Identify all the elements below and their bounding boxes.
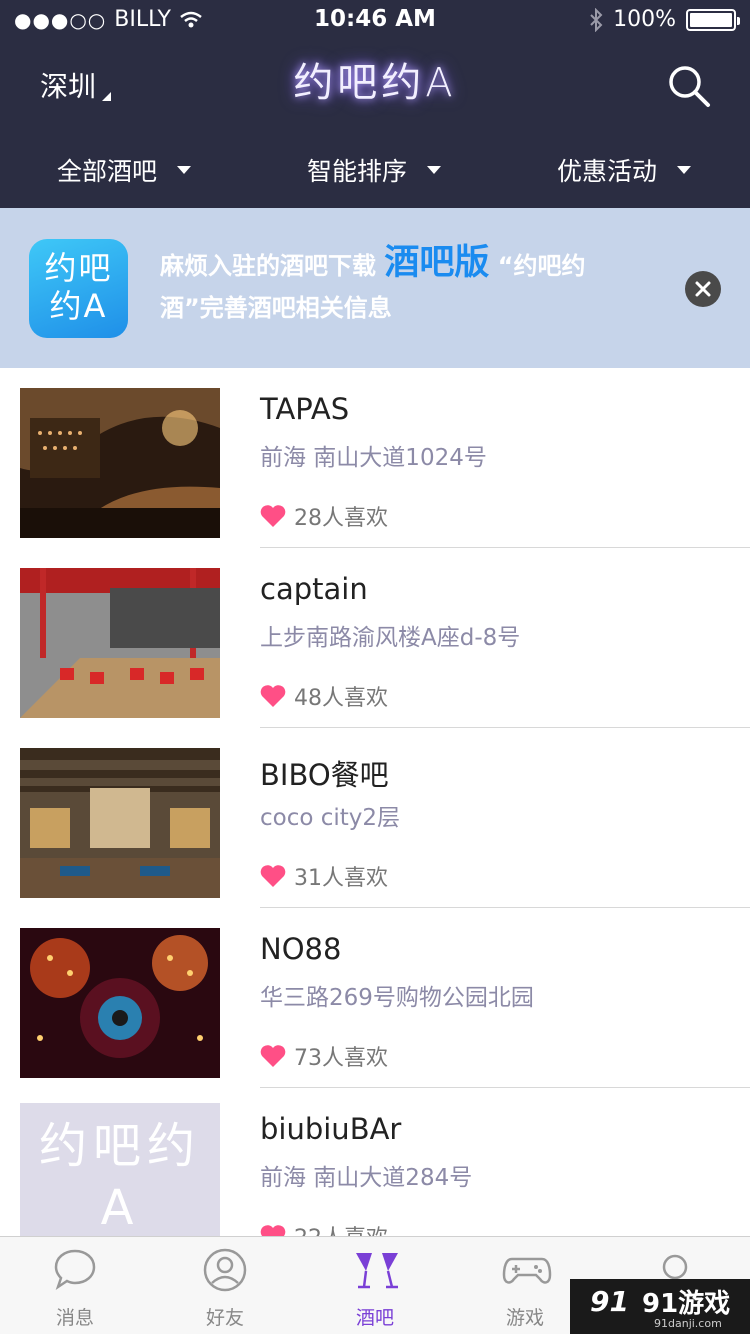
- list-item[interactable]: BIBO餐吧 coco city2层 31人喜欢: [0, 728, 750, 908]
- caret-down-icon: [677, 166, 692, 174]
- likes-label: 73人喜欢: [294, 1046, 388, 1071]
- city-dropdown-icon: [102, 92, 112, 101]
- tab-label: 好友: [205, 1307, 244, 1329]
- bar-name: NO88: [260, 932, 342, 966]
- banner-text-before: 麻烦入驻的酒吧下载: [160, 252, 385, 280]
- heart-icon: [260, 685, 286, 707]
- bar-photo: [20, 928, 220, 1078]
- person-icon: [203, 1248, 247, 1292]
- likes-count: 73人喜欢: [260, 1040, 388, 1072]
- filter-sort[interactable]: 智能排序: [307, 152, 442, 188]
- heart-icon: [260, 505, 286, 527]
- filter-label: 全部酒吧: [57, 157, 158, 186]
- likes-label: 28人喜欢: [294, 506, 388, 531]
- watermark-url: 91danji.com: [654, 1317, 722, 1330]
- filter-promotions[interactable]: 优惠活动: [557, 152, 692, 188]
- likes-count: 48人喜欢: [260, 680, 388, 712]
- battery-percent: 100%: [613, 7, 676, 32]
- bar-photo-placeholder: 约吧约A: [20, 1103, 220, 1236]
- tab-messages[interactable]: 消息: [0, 1237, 150, 1334]
- heart-icon: [260, 1045, 286, 1067]
- placeholder-logo: 约吧约A: [38, 1118, 201, 1236]
- promo-banner[interactable]: 约吧约A 麻烦入驻的酒吧下载 酒吧版 “约吧约酒”完善酒吧相关信息: [0, 208, 750, 368]
- filter-label: 智能排序: [307, 157, 408, 186]
- battery-icon: [686, 8, 740, 31]
- bar-address: coco city2层: [260, 805, 401, 831]
- bar-list: TAPAS 前海 南山大道1024号 28人喜欢 captain 上步南路渝风楼…: [0, 368, 750, 1236]
- banner-highlight: 酒吧版: [384, 243, 490, 283]
- close-icon: [695, 281, 711, 297]
- search-icon: [669, 66, 710, 107]
- chat-bubble-icon: [54, 1249, 96, 1291]
- bar-address: 华三路269号购物公园北园: [260, 985, 534, 1011]
- banner-close-button[interactable]: [685, 271, 721, 307]
- likes-count: 28人喜欢: [260, 500, 388, 532]
- caret-down-icon: [427, 166, 442, 174]
- caret-down-icon: [177, 166, 192, 174]
- tab-bars[interactable]: 酒吧: [300, 1237, 450, 1334]
- bluetooth-icon: [590, 7, 603, 32]
- banner-text: 麻烦入驻的酒吧下载 酒吧版 “约吧约酒”完善酒吧相关信息: [160, 242, 640, 329]
- bar-address: 前海 南山大道284号: [260, 1165, 473, 1191]
- watermark-logo: 91: [590, 1285, 629, 1318]
- tab-friends[interactable]: 好友: [150, 1237, 300, 1334]
- site-watermark: 91 91游戏 91danji.com: [570, 1279, 750, 1334]
- list-item[interactable]: NO88 华三路269号购物公园北园 73人喜欢: [0, 908, 750, 1088]
- app-header: ●●●○○ BILLY 10:46 AM 100% 深圳 约吧约A 全部酒吧 智…: [0, 0, 750, 208]
- bar-address: 前海 南山大道1024号: [260, 445, 487, 471]
- bar-photo: [20, 568, 220, 718]
- filter-all-bars[interactable]: 全部酒吧: [57, 152, 192, 188]
- city-label: 深圳: [40, 70, 97, 103]
- likes-count: 22人喜欢: [260, 1220, 388, 1236]
- bar-name: captain: [260, 572, 368, 606]
- tab-label: 酒吧: [355, 1307, 394, 1329]
- bar-photo: [20, 388, 220, 538]
- list-item[interactable]: TAPAS 前海 南山大道1024号 28人喜欢: [0, 368, 750, 548]
- gamepad-icon: [502, 1257, 552, 1284]
- list-item[interactable]: captain 上步南路渝风楼A座d-8号 48人喜欢: [0, 548, 750, 728]
- likes-count: 31人喜欢: [260, 860, 388, 892]
- heart-icon: [260, 1225, 286, 1236]
- search-button[interactable]: [666, 63, 712, 109]
- bar-photo: [20, 748, 220, 898]
- likes-label: 31人喜欢: [294, 866, 388, 891]
- likes-label: 48人喜欢: [294, 686, 388, 711]
- heart-icon: [260, 865, 286, 887]
- filter-label: 优惠活动: [557, 157, 658, 186]
- watermark-title: 91游戏: [642, 1289, 731, 1319]
- likes-label: 22人喜欢: [294, 1220, 388, 1236]
- app-icon: 约吧约A: [29, 239, 128, 338]
- app-logo: 约吧约A: [293, 60, 457, 106]
- status-right: 100%: [589, 7, 740, 32]
- bar-name: biubiuBAr: [260, 1112, 402, 1146]
- bar-name: BIBO餐吧: [260, 758, 389, 792]
- tab-label: 消息: [55, 1307, 94, 1329]
- wine-glasses-icon: [356, 1253, 398, 1289]
- city-selector[interactable]: 深圳: [40, 65, 112, 105]
- filter-row: 全部酒吧 智能排序 优惠活动: [0, 140, 750, 200]
- bar-address: 上步南路渝风楼A座d-8号: [260, 625, 521, 651]
- list-item[interactable]: 约吧约A biubiuBAr 前海 南山大道284号 22人喜欢: [0, 1088, 750, 1236]
- bar-name: TAPAS: [260, 392, 350, 426]
- status-bar: ●●●○○ BILLY 10:46 AM 100%: [0, 0, 750, 40]
- nav-row: 深圳 约吧约A: [0, 40, 750, 130]
